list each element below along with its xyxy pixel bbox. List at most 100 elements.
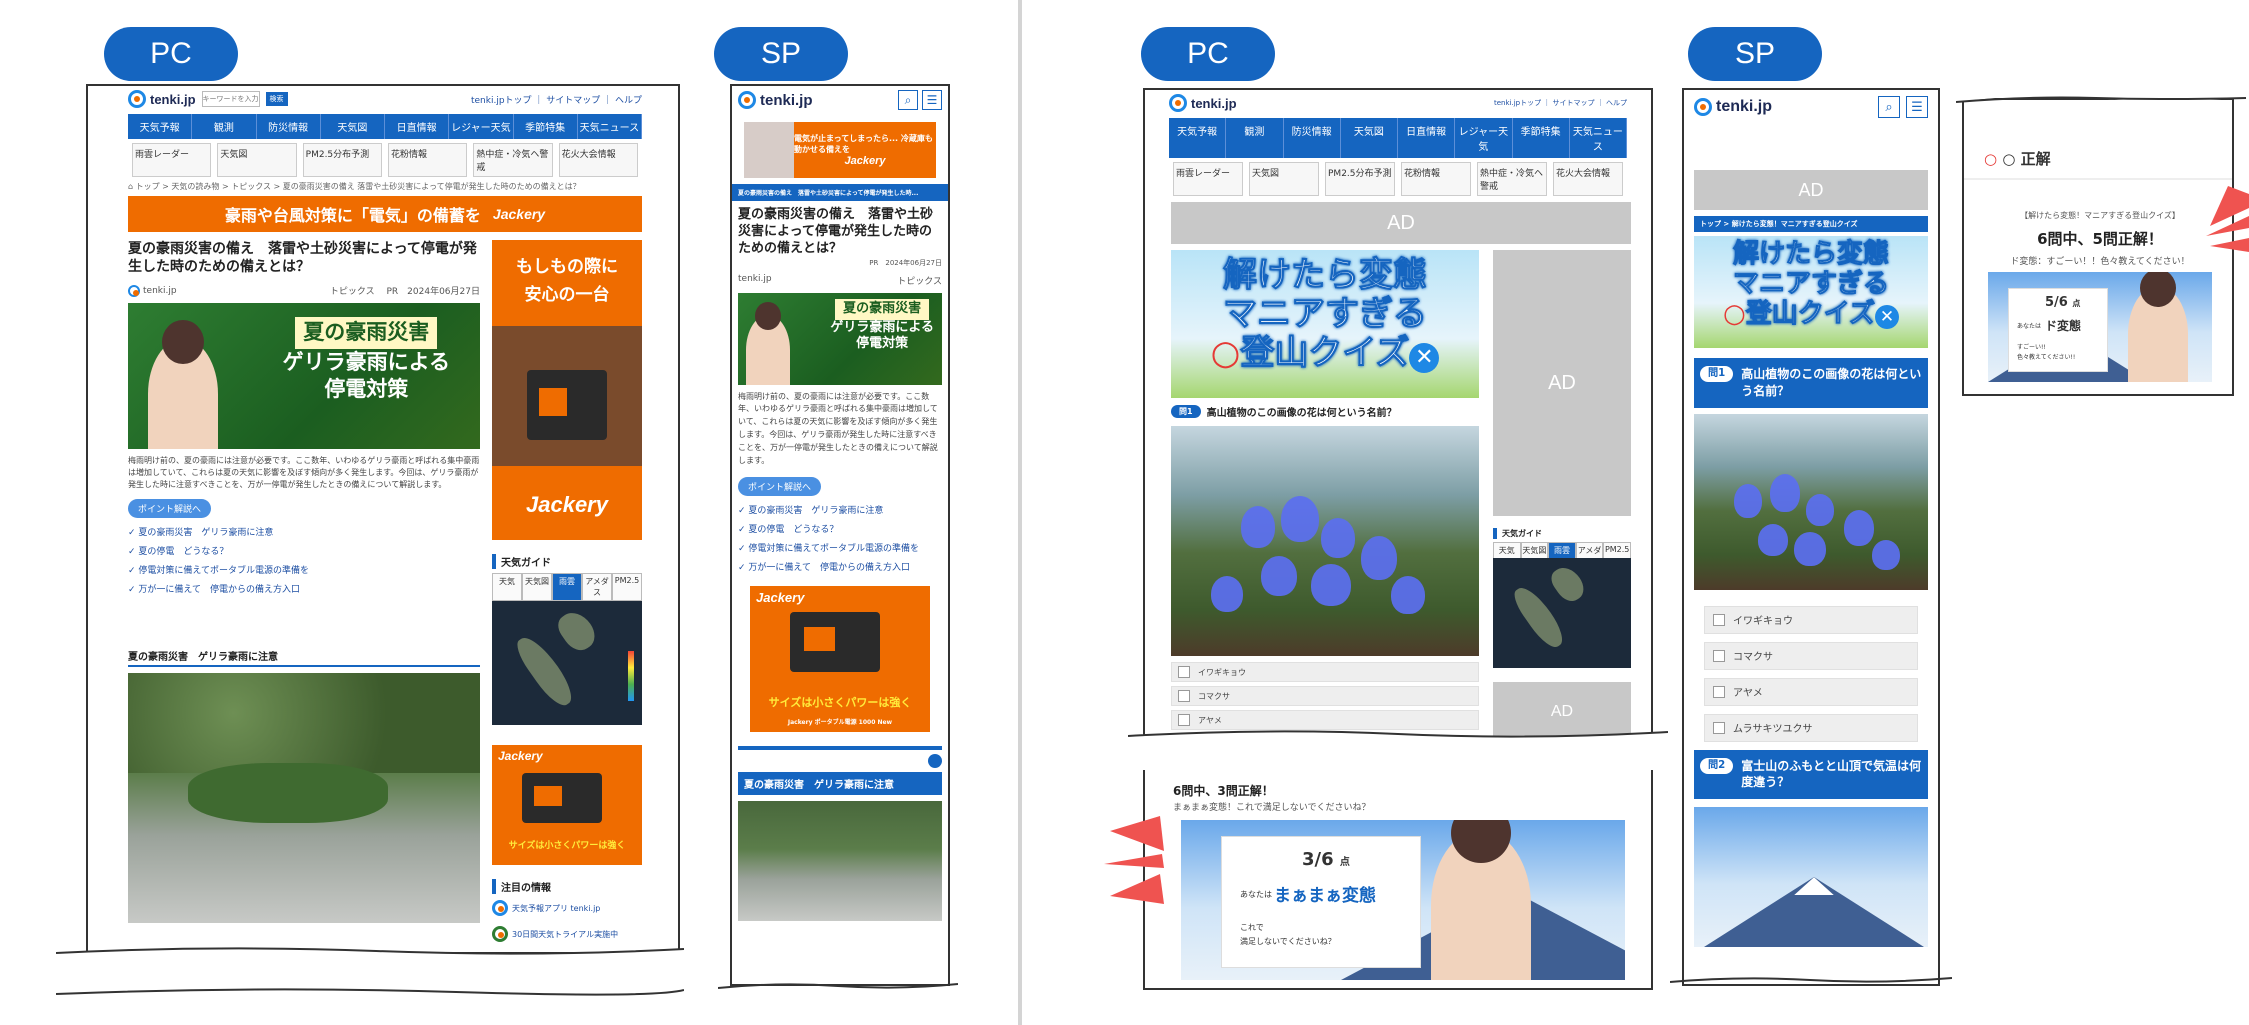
nav-item-1[interactable]: 観測 — [192, 114, 257, 139]
news-item-2[interactable]: 30日間天気トライアル実施中 — [492, 926, 642, 942]
hero-image: 夏の豪雨災害 ゲリラ豪雨による 停電対策 — [128, 303, 480, 450]
weather-tab-4[interactable]: PM2.5 — [612, 573, 642, 601]
nav-item-3[interactable]: 天気図 — [1341, 118, 1398, 158]
correct-label: ○ ○ 正解 — [1984, 150, 2051, 168]
author: tenki.jp — [128, 284, 177, 297]
subnav-item-2[interactable]: PM2.5分布予測 — [302, 143, 382, 177]
question-1: 問1 高山植物のこの画像の花は何という名前？ — [1171, 404, 1479, 419]
weather-tab-0[interactable]: 天気 — [492, 573, 522, 601]
nav-item-7[interactable]: 天気ニュース — [1570, 118, 1627, 158]
section-heading: 夏の豪雨災害 ゲリラ豪雨に注意 — [128, 648, 480, 668]
sp-scroll-top[interactable] — [928, 754, 942, 769]
point-button[interactable]: ポイント解説へ — [128, 499, 212, 519]
label-sp-left: SP — [714, 27, 848, 81]
subnav-item-4[interactable]: 熱中症・冷気ヘ警戒 — [1477, 162, 1547, 196]
weather-map-right[interactable] — [1493, 558, 1631, 668]
torn-edge-2 — [56, 980, 684, 1006]
breadcrumb[interactable]: ⌂ トップ > 天気の読み物 > トピックス > 夏の豪雨災害の備え 落雷や土砂… — [128, 181, 642, 192]
nav-item-6[interactable]: 季節特集 — [1513, 118, 1570, 158]
subnav-item-3[interactable]: 花粉情報 — [387, 143, 468, 177]
ad-top[interactable]: AD — [1171, 202, 1631, 244]
sp-question-2: 問2 富士山のふもとと山頂で気温は何度違う？ — [1694, 749, 1928, 800]
subnav-item-2[interactable]: PM2.5分布予測 — [1325, 162, 1395, 196]
comparison-canvas: PC SP PC SP tenki.jp 検索 tenki.jpトップ ｜ サイ… — [0, 0, 2249, 1025]
subnav-item-5[interactable]: 花火大会情報 — [1553, 162, 1623, 196]
label-pc-left: PC — [104, 27, 238, 81]
weather-tabs: 天気 天気図 雨雲 アメダス PM2.5 — [492, 573, 642, 601]
subnav-item-0[interactable]: 雨雲レーダー — [132, 143, 212, 177]
subnav-item-4[interactable]: 熱中症・冷気ヘ警戒 — [473, 143, 553, 177]
sp-ad[interactable]: AD — [1694, 170, 1928, 210]
nav-item-3[interactable]: 天気図 — [321, 114, 385, 139]
top-links[interactable]: tenki.jpトップ ｜ サイトマップ ｜ ヘルプ — [471, 93, 642, 106]
label-sp-right: SP — [1688, 27, 1822, 81]
weather-tab-1[interactable]: 天気図 — [522, 573, 552, 601]
sp-title: 夏の豪雨災害の備え 落雷や土砂災害によって停電が発生した時のための備えとは？ — [738, 207, 934, 256]
article-body: 梅雨明け前の、夏の豪雨には注意が必要です。ここ数年、いわゆるゲリラ豪雨と呼ばれる… — [128, 456, 480, 490]
nav-item-5[interactable]: レジャー天気 — [1455, 118, 1513, 158]
side-ad[interactable]: もしもの際に 安心の一台 Jackery — [492, 240, 642, 540]
menu-icon[interactable]: ☰ — [1906, 96, 1928, 118]
page-title: 夏の豪雨災害の備え 落雷や土砂災害によって停電が発生した時のための備えとは？ — [128, 241, 477, 276]
sp-logo[interactable]: tenki.jp — [738, 91, 813, 109]
left-pc-screenshot: tenki.jp 検索 tenki.jpトップ ｜ サイトマップ ｜ ヘルプ 天… — [86, 84, 680, 954]
nav-item-6[interactable]: 季節特集 — [514, 114, 578, 139]
site-logo[interactable]: tenki.jp — [128, 90, 196, 108]
sp-choices: イワギキョウ コマクサ アヤメ ムラサキツユクサ — [1704, 605, 1918, 742]
nav-item-5[interactable]: レジャー天気 — [449, 114, 514, 139]
ad-side[interactable]: AD — [1493, 250, 1631, 516]
search-icon[interactable]: ⌕ — [1878, 96, 1900, 118]
nav-item-0[interactable]: 天気予報 — [128, 114, 193, 139]
quiz-banner: 解けたら変態 マニアすぎる ○登山クイズ ✕ — [1171, 250, 1479, 398]
nav-item-2[interactable]: 防災情報 — [1284, 118, 1341, 158]
weather-tab-3[interactable]: アメダス — [582, 573, 612, 601]
nav-item-4[interactable]: 日直情報 — [385, 114, 450, 139]
fuji-image — [1694, 807, 1928, 948]
nav-item-4[interactable]: 日直情報 — [1398, 118, 1456, 158]
hero-person — [148, 319, 218, 450]
sp-top-ad[interactable]: 電気が止まってしまったら... 冷蔵庫も動かせる備えを Jackery — [744, 122, 936, 178]
news-item-1[interactable]: 天気予報アプリ tenki.jp — [492, 900, 642, 916]
subnav-item-1[interactable]: 天気図 — [217, 143, 297, 177]
main-nav: 天気予報 観測 防災情報 天気図 日直情報 レジャー天気 季節特集 天気ニュース — [128, 114, 642, 139]
attention-heading: 注目の情報 — [492, 879, 642, 894]
nav-item-0[interactable]: 天気予報 — [1169, 118, 1227, 158]
subnav-item-0[interactable]: 雨雲レーダー — [1173, 162, 1243, 196]
logo-icon — [128, 90, 146, 108]
sub-nav: 雨雲レーダー 天気図 PM2.5分布予測 花粉情報 熱中症・冷気ヘ警戒 花火大会情報 — [128, 139, 642, 181]
center-divider — [1018, 0, 1022, 1025]
left-sp-screenshot: tenki.jp ⌕ ☰ 電気が止まってしまったら... 冷蔵庫も動かせる備えを… — [730, 84, 950, 986]
correct-popup: ○ ○ 正解 【解けたら変態！マニアすぎる登山クイズ】 6問中、5問正解！ ド変… — [1962, 98, 2234, 396]
nav-item-1[interactable]: 観測 — [1226, 118, 1284, 158]
weather-guide-heading: 天気ガイド — [492, 554, 642, 569]
article-meta: トピックス PR 2024年06月27日 — [329, 287, 480, 298]
sp-breadcrumb[interactable]: 夏の豪雨災害の備え 落雷や土砂災害によって停電が発生した時... — [732, 184, 948, 201]
sp-section-heading: 夏の豪雨災害 ゲリラ豪雨に注意 — [738, 772, 942, 796]
nav-item-7[interactable]: 天気ニュース — [578, 114, 642, 139]
flower-image — [1171, 426, 1479, 656]
side-ad-2[interactable]: Jackery サイズは小さくパワーは強く — [492, 745, 642, 865]
rain-image — [128, 673, 480, 924]
point-list: ✓ 夏の豪雨災害 ゲリラ豪雨に注意 ✓ 夏の停電 どうなる？ ✓ 停電対策に備え… — [128, 528, 309, 596]
sp-jackery-ad[interactable]: Jackery サイズは小さくパワーは強く Jackery ポータブル電源 10… — [750, 586, 930, 733]
nav-item-2[interactable]: 防災情報 — [257, 114, 321, 139]
subnav-item-3[interactable]: 花粉情報 — [1401, 162, 1471, 196]
weather-map[interactable] — [492, 601, 642, 725]
search-icon[interactable]: ⌕ — [898, 90, 918, 110]
search-input[interactable] — [201, 91, 260, 107]
emphasis-burst-left — [1100, 806, 1170, 916]
torn-edge — [56, 945, 684, 971]
subnav-item-5[interactable]: 花火大会情報 — [558, 143, 638, 177]
menu-icon[interactable]: ☰ — [922, 90, 942, 110]
sp-hero: 夏の豪雨災害 ゲリラ豪雨による 停電対策 — [738, 292, 942, 385]
subnav-item-1[interactable]: 天気図 — [1249, 162, 1319, 196]
emphasis-burst-right — [2200, 186, 2249, 276]
right-pc-screenshot: tenki.jp tenki.jpトップ ｜ サイトマップ ｜ ヘルプ 天気予報… — [1143, 88, 1653, 738]
top-ad-banner[interactable]: 豪雨や台風対策に「電気」の備蓄を Jackery — [128, 196, 642, 232]
label-pc-right: PC — [1141, 27, 1275, 81]
weather-tab-2[interactable]: 雨雲 — [552, 573, 582, 601]
search-button[interactable]: 検索 — [265, 92, 288, 106]
result-image: 3/6 点 あなたは まぁまぁ変態 これで 満足しないでくださいね？ — [1181, 820, 1625, 980]
choice-list: イワギキョウ コマクサ アヤメ — [1171, 662, 1479, 734]
sp-quiz-banner: 解けたら変態 マニアすぎる ○登山クイズ ✕ — [1694, 236, 1928, 348]
